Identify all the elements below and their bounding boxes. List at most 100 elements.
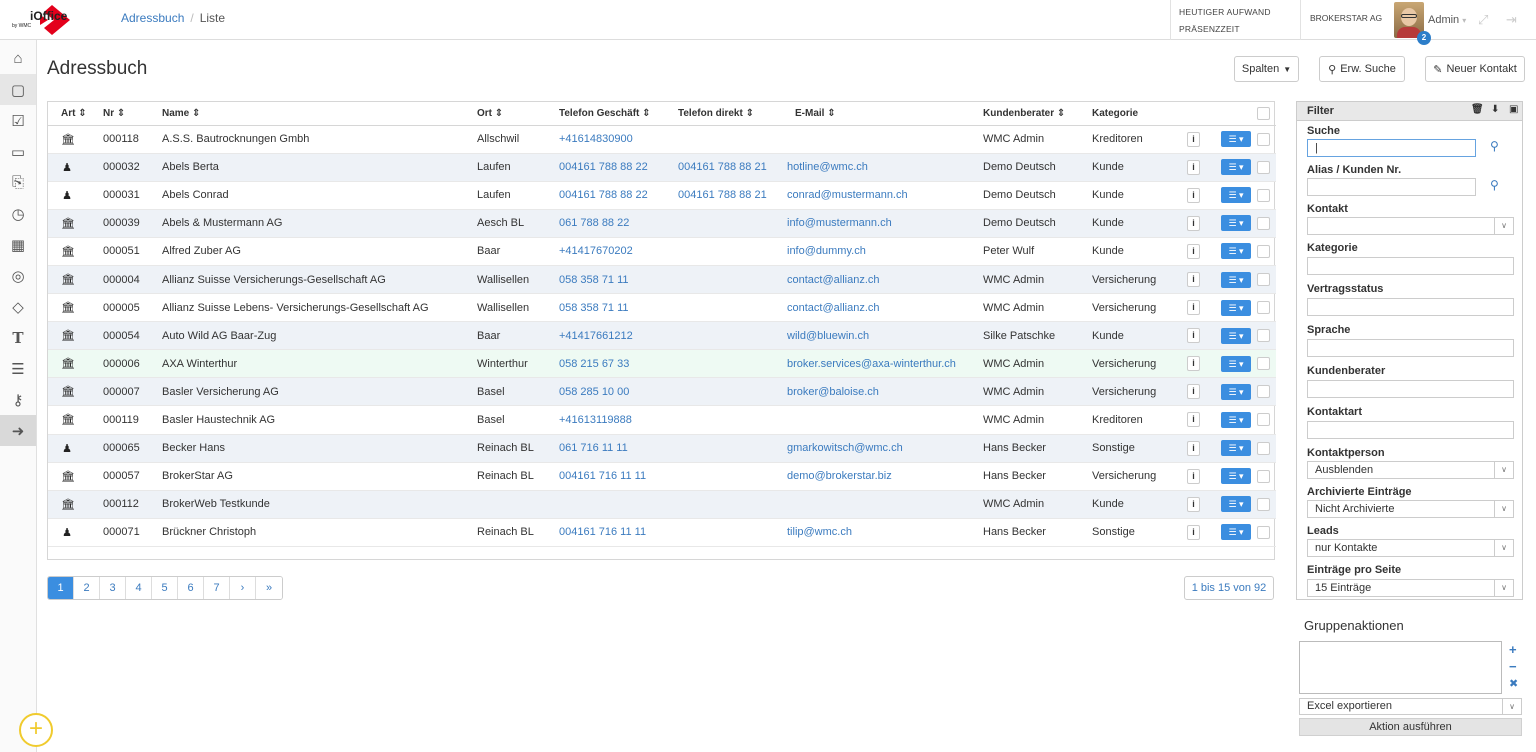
kontakt-select[interactable]: ∨ [1307,217,1514,235]
cell-tel-business[interactable]: 058 285 10 00 [559,378,678,406]
cell-name[interactable]: Abels & Mustermann AG [162,209,477,237]
cell-tel-business[interactable]: +41417661212 [559,322,678,350]
cell-tel-business[interactable]: 058 358 71 11 [559,294,678,322]
table-row[interactable]: 🏛 000007 Basler Versicherung AG Basel 058 28… [48,377,1276,406]
time-tracking[interactable]: HEUTIGER AUFWAND PRÄSENZZEIT [1170,0,1300,40]
cell-tel-business[interactable]: 004161 788 88 22 [559,153,678,181]
row-menu-button[interactable]: ☰ ▾ [1221,524,1251,541]
table-row[interactable]: ♟ 000065 Becker Hans Reinach BL 061 716 11 1… [48,434,1276,463]
documents-icon[interactable]: ⎘ [0,167,36,198]
page-link[interactable]: 3 [100,577,126,599]
cell-tel-business[interactable]: +41613119888 [559,406,678,434]
info-icon[interactable]: i [1187,215,1200,231]
table-row[interactable]: 🏛 000057 BrokerStar AG Reinach BL 004161 716… [48,462,1276,491]
notification-badge[interactable]: 2 [1417,31,1431,45]
page-link[interactable]: 1 [48,577,74,599]
alias-input[interactable] [1307,178,1476,196]
vertragsstatus-input[interactable] [1307,298,1514,316]
col-email[interactable]: E-Mail ⇕ [787,102,983,125]
row-menu-button[interactable]: ☰ ▾ [1221,215,1251,232]
page-link[interactable]: › [230,577,256,599]
cell-email[interactable]: gmarkowitsch@wmc.ch [787,434,983,462]
row-menu-button[interactable]: ☰ ▾ [1221,159,1251,176]
page-link[interactable]: 5 [152,577,178,599]
cell-tel-direct[interactable]: 004161 788 88 21 [678,153,787,181]
logout-icon[interactable]: ⇥ [1506,12,1517,28]
select-all-checkbox[interactable] [1257,106,1270,120]
page-link[interactable]: » [256,577,282,599]
row-checkbox[interactable] [1257,301,1270,315]
row-menu-button[interactable]: ☰ ▾ [1221,496,1251,513]
cell-tel-direct[interactable] [678,406,787,434]
row-checkbox[interactable] [1257,160,1270,174]
search-icon[interactable]: ⚲ [1490,139,1499,153]
cell-email[interactable] [787,125,983,153]
cell-tel-business[interactable]: +41614830900 [559,125,678,153]
table-row[interactable]: 🏛 000005 Allianz Suisse Lebens- Versicheru… [48,294,1276,322]
addressbook-icon[interactable]: ▢ [0,74,36,105]
table-row[interactable]: 🏛 000054 Auto Wild AG Baar-Zug Baar +4141766… [48,321,1276,350]
fullscreen-icon[interactable]: ⤢ [1478,12,1488,28]
per-page-select[interactable]: 15 Einträge ∨ [1307,579,1514,597]
row-checkbox[interactable] [1257,413,1270,427]
cell-email[interactable]: conrad@mustermann.ch [787,181,983,209]
page-link[interactable]: 7 [204,577,230,599]
cell-name[interactable]: AXA Winterthur [162,350,477,378]
advanced-search-button[interactable]: ⚲ Erw. Suche [1319,56,1405,82]
row-checkbox[interactable] [1257,329,1270,343]
info-icon[interactable]: i [1187,440,1200,456]
company-name[interactable]: BROKERSTAR AG [1300,0,1392,40]
row-menu-button[interactable]: ☰ ▾ [1221,187,1251,204]
cell-name[interactable]: Basler Haustechnik AG [162,406,477,434]
cell-tel-direct[interactable] [678,434,787,462]
cell-email[interactable]: info@dummy.ch [787,237,983,265]
kategorie-input[interactable] [1307,257,1514,275]
ioffice-logo[interactable]: iOffice by WMC [10,3,85,37]
globe-icon[interactable]: ◎ [0,260,36,291]
table-row[interactable]: 🏛 000112 BrokerWeb Testkunde WMC Admin Kunde… [48,490,1276,519]
col-ort[interactable]: Ort ⇕ [477,102,559,125]
col-name[interactable]: Name ⇕ [162,102,477,125]
cell-name[interactable]: Auto Wild AG Baar-Zug [162,322,477,350]
cell-tel-business[interactable]: 058 215 67 33 [559,350,678,378]
table-row[interactable]: 🏛 000119 Basler Haustechnik AG Basel +416131… [48,406,1276,435]
home-icon[interactable]: ⌂ [0,43,36,74]
cell-tel-direct[interactable] [678,322,787,350]
row-menu-button[interactable]: ☰ ▾ [1221,131,1251,148]
table-row[interactable]: ♟ 000032 Abels Berta Laufen 004161 788 88 22… [48,153,1276,182]
text-icon[interactable]: T [0,322,36,353]
trash-icon[interactable]: 🗑 [1471,104,1484,115]
cell-name[interactable]: Brückner Christoph [162,518,477,546]
info-icon[interactable]: i [1187,159,1200,175]
cell-tel-business[interactable] [559,490,678,518]
cell-name[interactable]: Allianz Suisse Versicherungs-Gesellschaf… [162,265,477,293]
row-checkbox[interactable] [1257,525,1270,539]
cell-name[interactable]: A.S.S. Bautrocknungen Gmbh [162,125,477,153]
row-checkbox[interactable] [1257,357,1270,371]
info-icon[interactable]: i [1187,356,1200,372]
col-art[interactable]: Art ⇕ [48,102,103,125]
info-icon[interactable]: i [1187,131,1200,147]
cell-email[interactable]: demo@brokerstar.biz [787,462,983,490]
tag-icon[interactable]: ◇ [0,291,36,322]
form-icon[interactable]: ☰ [0,353,36,384]
cell-tel-direct[interactable] [678,350,787,378]
cell-tel-direct[interactable] [678,125,787,153]
cell-email[interactable]: tilip@wmc.ch [787,518,983,546]
cell-tel-business[interactable]: +41417670202 [559,237,678,265]
row-checkbox[interactable] [1257,244,1270,258]
row-menu-button[interactable]: ☰ ▾ [1221,243,1251,260]
group-list[interactable] [1299,641,1502,694]
row-checkbox[interactable] [1257,441,1270,455]
table-row[interactable]: ♟ 000031 Abels Conrad Laufen 004161 788 88 2… [48,181,1276,210]
row-checkbox[interactable] [1257,273,1270,287]
cell-tel-direct[interactable]: 004161 788 88 21 [678,181,787,209]
table-row[interactable]: 🏛 000118 A.S.S. Bautrocknungen Gmbh Allschw… [48,125,1276,154]
row-checkbox[interactable] [1257,385,1270,399]
cell-email[interactable]: contact@allianz.ch [787,265,983,293]
kontaktart-input[interactable] [1307,421,1514,439]
cell-name[interactable]: BrokerWeb Testkunde [162,490,477,518]
info-icon[interactable]: i [1187,412,1200,428]
info-icon[interactable]: i [1187,272,1200,288]
cell-name[interactable]: Abels Berta [162,153,477,181]
